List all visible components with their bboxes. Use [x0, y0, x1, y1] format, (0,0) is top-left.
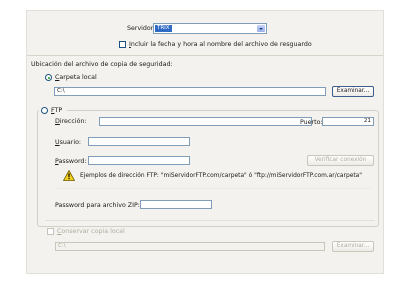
ftp-password-label: Password: — [55, 158, 87, 165]
server-select[interactable]: TRIX — [153, 23, 267, 34]
keep-local-copy-label[interactable]: Conservar copia local — [57, 227, 125, 236]
server-select-value: TRIX — [155, 25, 172, 32]
zip-password-input[interactable] — [140, 200, 212, 209]
ftp-address-label: Dirección: — [55, 118, 87, 125]
include-date-checkbox[interactable] — [119, 41, 126, 48]
zip-password-label: Password para archivo ZIP: — [55, 202, 140, 209]
local-folder-path-input[interactable]: C:\ — [54, 87, 326, 96]
ftp-port-input[interactable]: 21 — [322, 117, 374, 126]
server-label: Servidor: — [127, 25, 156, 32]
ftp-user-label: Usuario: — [55, 139, 82, 146]
ftp-example-text: Ejemplos de dirección FTP: "miServidorFT… — [80, 173, 362, 179]
ftp-password-input[interactable] — [88, 156, 190, 165]
divider — [55, 188, 371, 189]
location-heading: Ubicación del archivo de copia de seguri… — [31, 61, 173, 68]
keep-local-copy-checkbox[interactable] — [47, 228, 54, 235]
local-folder-label[interactable]: Carpeta local — [55, 73, 97, 82]
ftp-port-label: Puerto: — [300, 119, 323, 126]
keep-local-copy-browse-button[interactable]: Examinar... — [332, 241, 374, 252]
ftp-label[interactable]: FTP — [51, 106, 62, 115]
local-folder-browse-button[interactable]: Examinar... — [332, 86, 374, 97]
ftp-radio[interactable] — [41, 107, 48, 114]
divider — [27, 55, 383, 56]
ftp-address-input[interactable] — [99, 117, 312, 126]
warning-icon — [62, 169, 76, 181]
verify-connection-button[interactable]: Verificar conexión — [307, 155, 374, 166]
include-date-label[interactable]: Incluir la fecha y hora al nombre del ar… — [129, 40, 312, 49]
divider — [45, 220, 375, 221]
keep-local-copy-path-input[interactable]: C:\ — [55, 242, 325, 251]
ftp-user-input[interactable] — [88, 137, 190, 146]
local-folder-radio[interactable] — [45, 74, 52, 81]
chevron-down-icon[interactable] — [257, 25, 265, 32]
backup-settings-panel: Servidor: TRIX Incluir la fecha y hora a… — [26, 10, 384, 274]
